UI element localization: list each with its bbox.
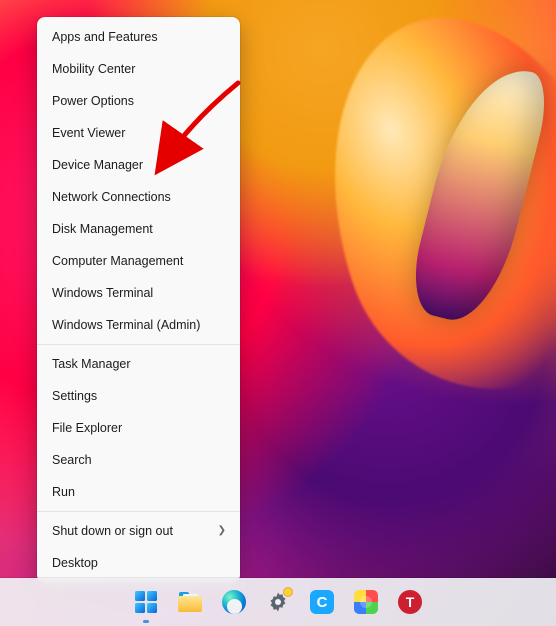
menu-item-event-viewer[interactable]: Event Viewer [37, 117, 240, 149]
menu-item-label: File Explorer [52, 421, 122, 435]
menu-separator [37, 344, 240, 345]
taskbar-file-explorer-button[interactable] [176, 588, 204, 616]
menu-item-file-explorer[interactable]: File Explorer [37, 412, 240, 444]
quick-link-menu: Apps and Features Mobility Center Power … [37, 17, 240, 583]
menu-item-disk-management[interactable]: Disk Management [37, 213, 240, 245]
menu-item-label: Mobility Center [52, 62, 135, 76]
active-indicator [143, 620, 149, 623]
menu-item-label: Shut down or sign out [52, 524, 173, 538]
chevron-right-icon: ❯ [218, 515, 226, 547]
menu-item-label: Network Connections [52, 190, 171, 204]
menu-item-label: Apps and Features [52, 30, 158, 44]
menu-separator [37, 511, 240, 512]
cortana-icon: C [310, 590, 334, 614]
taskbar-cortana-button[interactable]: C [308, 588, 336, 616]
edge-icon [222, 590, 246, 614]
taskbar-start-button[interactable] [132, 588, 160, 616]
menu-item-label: Task Manager [52, 357, 131, 371]
menu-item-power-options[interactable]: Power Options [37, 85, 240, 117]
menu-item-label: Settings [52, 389, 97, 403]
menu-item-device-manager[interactable]: Device Manager [37, 149, 240, 181]
menu-item-label: Windows Terminal [52, 286, 153, 300]
menu-item-mobility-center[interactable]: Mobility Center [37, 53, 240, 85]
taskbar-multicolor-app-button[interactable] [352, 588, 380, 616]
taskbar: C T [0, 578, 556, 626]
menu-item-windows-terminal-admin[interactable]: Windows Terminal (Admin) [37, 309, 240, 341]
menu-item-run[interactable]: Run [37, 476, 240, 508]
menu-item-task-manager[interactable]: Task Manager [37, 348, 240, 380]
menu-item-label: Event Viewer [52, 126, 125, 140]
menu-item-computer-management[interactable]: Computer Management [37, 245, 240, 277]
menu-item-network-connections[interactable]: Network Connections [37, 181, 240, 213]
menu-item-label: Desktop [52, 556, 98, 570]
menu-item-label: Windows Terminal (Admin) [52, 318, 200, 332]
multicolor-app-icon [354, 590, 378, 614]
t-app-icon: T [398, 590, 422, 614]
menu-item-label: Computer Management [52, 254, 183, 268]
windows-logo-icon [135, 591, 157, 613]
menu-item-label: Power Options [52, 94, 134, 108]
menu-item-windows-terminal[interactable]: Windows Terminal [37, 277, 240, 309]
menu-item-settings[interactable]: Settings [37, 380, 240, 412]
menu-item-desktop[interactable]: Desktop [37, 547, 240, 579]
notification-badge [283, 587, 293, 597]
menu-item-label: Device Manager [52, 158, 143, 172]
file-explorer-icon [178, 592, 202, 612]
menu-item-search[interactable]: Search [37, 444, 240, 476]
menu-item-apps-and-features[interactable]: Apps and Features [37, 21, 240, 53]
taskbar-t-app-button[interactable]: T [396, 588, 424, 616]
menu-item-shut-down-or-sign-out[interactable]: Shut down or sign out ❯ [37, 515, 240, 547]
menu-item-label: Run [52, 485, 75, 499]
menu-item-label: Disk Management [52, 222, 153, 236]
menu-item-label: Search [52, 453, 92, 467]
taskbar-edge-button[interactable] [220, 588, 248, 616]
taskbar-settings-button[interactable] [264, 588, 292, 616]
